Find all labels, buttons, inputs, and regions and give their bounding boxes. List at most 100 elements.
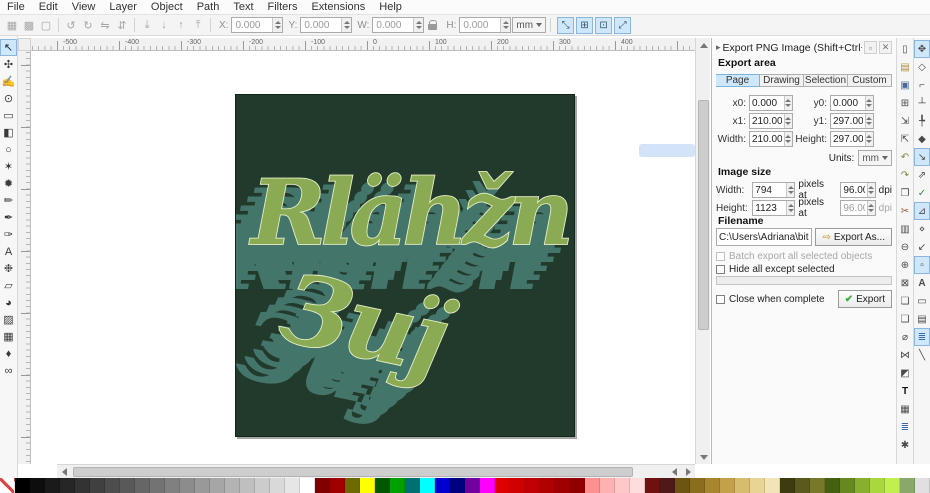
snap-intersection-icon[interactable]: ⇗ [914,166,930,184]
units-dropdown[interactable]: mm [512,17,546,33]
text-dialog-icon[interactable]: T [897,382,913,400]
swatch[interactable] [675,478,690,493]
swatch[interactable] [345,478,360,493]
menu-view[interactable]: View [65,0,103,14]
tool-mesh[interactable]: ▦ [0,328,17,345]
width-dpi-spinner[interactable] [867,183,875,197]
tool-tweak[interactable]: ✍ [0,73,17,90]
snap-smooth-icon[interactable]: ⊿ [914,202,930,220]
swatch[interactable] [585,478,600,493]
swatch[interactable] [690,478,705,493]
unlink-clone-icon[interactable]: ⌀ [897,328,913,346]
swatch[interactable] [660,478,675,493]
swatch[interactable] [525,478,540,493]
snap-nodes-icon[interactable]: ◆ [914,130,930,148]
swatch-none[interactable] [0,478,15,493]
swatch[interactable] [480,478,495,493]
scroll-down-icon[interactable] [696,450,711,464]
swatch[interactable] [855,478,870,493]
document-page[interactable]: Rlähžn Rlähžn Rlähžn Rlähžn Rlähžn Зuȷ̈ … [235,94,575,437]
hide-except-checkbox[interactable] [716,265,725,274]
tool-calligraphy[interactable]: ✑ [0,226,17,243]
vertical-ruler[interactable] [18,51,31,464]
tool-eraser[interactable]: ▱ [0,277,17,294]
menu-path[interactable]: Path [190,0,227,14]
swatch[interactable] [45,478,60,493]
tab-page[interactable]: Page [716,74,760,87]
tab-drawing[interactable]: Drawing [760,74,804,87]
swatch[interactable] [195,478,210,493]
swatch[interactable] [825,478,840,493]
swatch[interactable] [765,478,780,493]
y0-input[interactable] [831,96,865,110]
select-all-layers-icon[interactable]: ▩ [21,17,37,33]
zoom-selection-icon[interactable]: ⊠ [897,274,913,292]
new-document-icon[interactable]: ▯ [897,40,913,58]
x0-input[interactable] [750,96,784,110]
swatch[interactable] [285,478,300,493]
menu-file[interactable]: File [0,0,32,14]
tool-bezier-pen[interactable]: ✒ [0,209,17,226]
swatch[interactable] [555,478,570,493]
rotate-cw-icon[interactable]: ↻ [80,17,96,33]
swatch[interactable] [165,478,180,493]
snap-text-baseline-icon[interactable]: A [914,274,930,292]
tool-star[interactable]: ✶ [0,158,17,175]
menu-layer[interactable]: Layer [102,0,144,14]
tool-pencil[interactable]: ✏ [0,192,17,209]
close-when-complete-checkbox[interactable] [716,295,725,304]
preferences-icon[interactable]: ✱ [897,436,913,454]
x-input[interactable] [232,18,272,32]
swatch[interactable] [795,478,810,493]
scroll-step-right-icon[interactable] [681,465,695,479]
snap-cusp-icon[interactable]: ✓ [914,184,930,202]
x1-input[interactable] [750,114,784,128]
swatch[interactable] [420,478,435,493]
undo-icon[interactable]: ↶ [897,148,913,166]
export-icon[interactable]: ⇱ [897,130,913,148]
zoom-drawing-icon[interactable]: ⊖ [897,238,913,256]
pixel-width-input[interactable] [753,183,786,197]
y-input[interactable] [301,18,341,32]
swatch[interactable] [255,478,270,493]
panel-close-icon[interactable]: ✕ [879,41,892,54]
export-units-dropdown[interactable]: mm [858,150,892,166]
import-icon[interactable]: ⇲ [897,112,913,130]
snap-page-border-icon[interactable]: ▭ [914,292,930,310]
swatch[interactable] [15,478,30,493]
tool-text[interactable]: A [0,243,17,260]
canvas-viewport[interactable]: Rlähžn Rlähžn Rlähžn Rlähžn Rlähžn Зuȷ̈ … [31,51,695,464]
menu-object[interactable]: Object [144,0,190,14]
cut-icon[interactable]: ✂ [897,202,913,220]
menu-text[interactable]: Text [226,0,260,14]
align-dialog-icon[interactable]: ≣ [897,418,913,436]
snap-rotation-center-icon[interactable]: ▫ [914,256,930,274]
print-icon[interactable]: ⊞ [897,94,913,112]
swatch[interactable] [705,478,720,493]
swatch[interactable] [600,478,615,493]
deselect-icon[interactable]: ▢ [38,17,54,33]
y1-input[interactable] [831,114,865,128]
lower-icon[interactable]: ↓ [156,17,172,33]
paste-icon[interactable]: ▥ [897,220,913,238]
y1-spinner[interactable] [865,114,873,128]
tool-ellipse[interactable]: ○ [0,141,17,158]
swatch[interactable] [720,478,735,493]
x-spinner[interactable] [272,18,282,32]
swatch[interactable] [630,478,645,493]
swatch[interactable] [60,478,75,493]
open-icon[interactable]: ▤ [897,58,913,76]
swatch[interactable] [390,478,405,493]
tool-selector[interactable]: ↖ [0,39,17,56]
swatch[interactable] [225,478,240,493]
w-spinner[interactable] [413,18,423,32]
swatch[interactable] [915,478,930,493]
tool-dropper[interactable]: ♦ [0,345,17,362]
pixel-height-input[interactable] [753,201,786,215]
snap-enable-icon[interactable]: ✥ [914,40,930,58]
swatch[interactable] [900,478,915,493]
vertical-scroll-thumb[interactable] [698,100,709,330]
swatch[interactable] [300,478,315,493]
tool-connector[interactable]: ∞ [0,362,17,379]
h-spinner[interactable] [500,18,510,32]
